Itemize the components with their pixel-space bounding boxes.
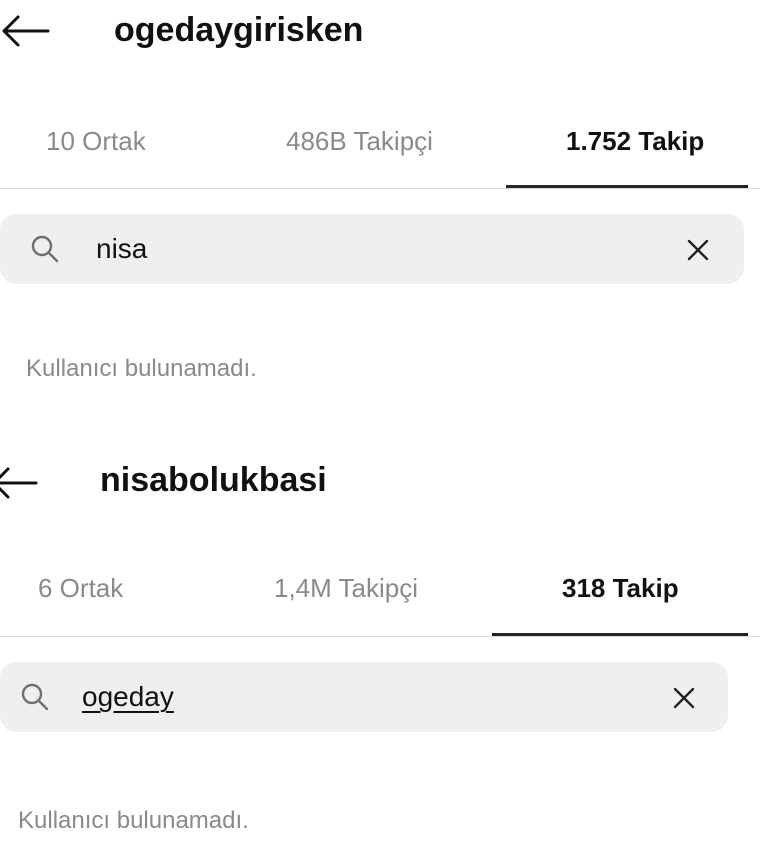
- tabs-divider: [0, 188, 760, 189]
- profile-username: ogedaygirisken: [114, 11, 364, 49]
- tab-following[interactable]: 318 Takip: [562, 573, 679, 603]
- search-bar: nisa: [0, 214, 744, 284]
- back-arrow-icon[interactable]: [0, 466, 38, 500]
- search-input[interactable]: nisa: [96, 233, 147, 265]
- back-arrow-icon[interactable]: [0, 14, 50, 48]
- close-icon[interactable]: [686, 238, 710, 262]
- profile-username: nisabolukbasi: [100, 461, 327, 499]
- tab-mutual[interactable]: 6 Ortak: [38, 573, 123, 603]
- active-tab-indicator: [492, 633, 748, 636]
- close-icon[interactable]: [672, 686, 696, 710]
- tab-mutual[interactable]: 10 Ortak: [46, 126, 146, 156]
- search-icon: [20, 682, 50, 712]
- no-users-found-message: Kullanıcı bulunamadı.: [26, 355, 257, 382]
- search-input[interactable]: ogeday: [82, 681, 174, 713]
- no-users-found-message: Kullanıcı bulunamadı.: [18, 807, 249, 834]
- search-icon: [30, 234, 60, 264]
- search-bar: ogeday: [0, 662, 728, 732]
- tab-followers[interactable]: 486B Takipçi: [286, 126, 433, 156]
- tabs-divider: [0, 636, 760, 637]
- active-tab-indicator: [506, 185, 748, 188]
- tab-following[interactable]: 1.752 Takip: [566, 126, 704, 156]
- tab-followers[interactable]: 1,4M Takipçi: [274, 573, 418, 603]
